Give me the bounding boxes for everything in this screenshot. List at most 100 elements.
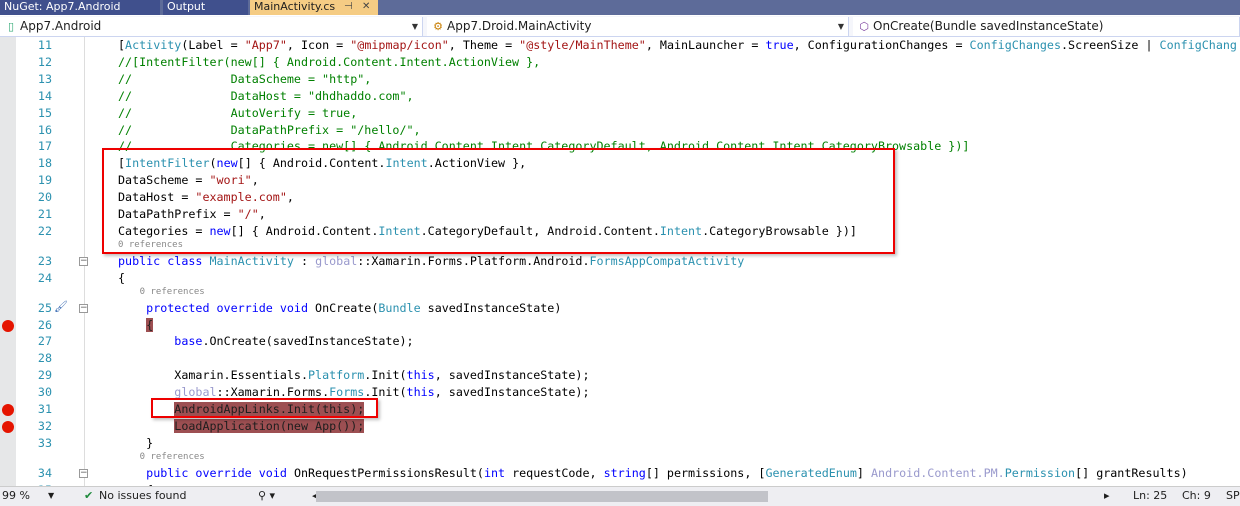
line-number: 24	[37, 270, 52, 285]
line-number: 34	[37, 465, 52, 480]
member-label: OnCreate(Bundle savedInstanceState)	[873, 19, 1104, 33]
token-g: Android.Content.PM.	[871, 465, 1005, 480]
code-text: // DataHost = "dhdhaddo.com",	[118, 89, 414, 103]
line-indicator: Ln: 25	[1133, 489, 1168, 502]
line-number: 18	[37, 156, 52, 171]
zoom-dropdown[interactable]: 99 %	[2, 487, 30, 505]
token-p: , savedInstanceState);	[434, 368, 590, 383]
token-s: "@style/MainTheme"	[519, 38, 646, 52]
line-number: 17	[37, 139, 52, 154]
class-icon: ⚙	[433, 20, 443, 33]
token-p	[118, 466, 146, 480]
check-circle-icon: ✔	[84, 489, 94, 502]
line-number: 22	[37, 223, 52, 238]
breakpoint-icon[interactable]	[2, 404, 14, 416]
code-line: 16 // DataPathPrefix = "/hello/",	[0, 122, 1240, 139]
code-text: {	[118, 271, 125, 285]
collapse-icon[interactable]: −	[79, 256, 88, 266]
chevron-down-icon: ▼	[837, 22, 844, 31]
token-k: base	[174, 334, 203, 349]
line-number: 12	[37, 54, 52, 69]
line-number: 19	[37, 173, 52, 188]
tab-output[interactable]: Output	[163, 0, 248, 15]
token-p: savedInstanceState)	[420, 300, 562, 315]
token-p: [	[118, 38, 126, 52]
tab-label: Output	[167, 0, 206, 13]
token-p: OnCreate(	[315, 300, 379, 315]
token-p: , Theme =	[448, 38, 520, 52]
line-number: 32	[37, 418, 52, 433]
token-p: Xamarin.Essentials.	[118, 368, 308, 383]
token-p: , Icon =	[286, 38, 351, 52]
tab-mainactivity[interactable]: MainActivity.cs ⊣ ✕	[250, 0, 378, 15]
code-line: 26 {	[0, 317, 1240, 334]
pin-icon[interactable]: ⊣	[344, 0, 353, 14]
code-line: 28	[0, 350, 1240, 367]
code-text: }	[118, 436, 153, 450]
collapse-icon[interactable]: −	[79, 468, 88, 478]
token-p	[118, 318, 146, 332]
token-t: Activity	[125, 38, 182, 52]
code-text: [Activity(Label = "App7", Icon = "@mipma…	[118, 38, 1237, 52]
code-text: base.OnCreate(savedInstanceState);	[118, 334, 413, 349]
token-k: string	[603, 465, 646, 480]
line-number: 26	[37, 317, 52, 332]
document-tabs: NuGet: App7.Android Output MainActivity.…	[0, 0, 1240, 15]
scroll-right-icon[interactable]: ▸	[1104, 487, 1110, 505]
breakpoint-icon[interactable]	[2, 319, 14, 332]
token-hl: {	[146, 317, 154, 332]
project-dropdown[interactable]: ▯ App7.Android ▼	[0, 17, 423, 36]
token-k: public class	[118, 253, 210, 268]
token-p: , savedInstanceState);	[434, 385, 590, 400]
token-c: // DataHost = "dhdhaddo.com",	[118, 88, 414, 103]
horizontal-scrollbar[interactable]	[316, 491, 768, 502]
references-codelens[interactable]: 0 references	[118, 452, 205, 462]
code-line: 25 − 🖌 protected override void OnCreate(Bu…	[0, 300, 1240, 317]
class-label: App7.Droid.MainActivity	[447, 19, 592, 33]
class-dropdown[interactable]: ⚙ App7.Droid.MainActivity ▼	[427, 17, 849, 36]
token-t: GeneratedEnum	[765, 465, 857, 480]
line-number: 16	[37, 122, 52, 137]
line-number: 20	[37, 190, 52, 205]
cleanup-brush-icon[interactable]: ⚲ ▾	[258, 487, 275, 505]
code-text: // AutoVerify = true,	[118, 106, 357, 120]
code-line: 33 }	[0, 435, 1240, 452]
quick-actions-brush-icon[interactable]: 🖌	[54, 300, 68, 313]
code-editor[interactable]: 11 [Activity(Label = "App7", Icon = "@mip…	[0, 37, 1240, 486]
token-p: , MainLauncher =	[645, 38, 766, 52]
code-line: 32 LoadApplication(new App());	[0, 418, 1240, 435]
code-line: 34 − public override void OnRequestPermis…	[0, 465, 1240, 482]
chevron-down-icon[interactable]: ▼	[48, 487, 54, 505]
token-p: requestCode,	[505, 465, 604, 480]
token-g: global	[174, 385, 217, 400]
token-p: (Label =	[181, 38, 245, 52]
token-p	[118, 419, 174, 433]
token-t: MainActivity	[209, 253, 294, 268]
tab-nuget[interactable]: NuGet: App7.Android	[0, 0, 160, 15]
column-indicator: Ch: 9	[1182, 489, 1211, 502]
code-line: 13 // DataScheme = "http",	[0, 71, 1240, 88]
close-icon[interactable]: ✕	[362, 0, 370, 14]
token-p: OnRequestPermissionsResult(	[293, 465, 484, 480]
token-t: Platform	[308, 368, 365, 383]
token-t: FormsAppCompatActivity	[589, 253, 745, 268]
code-line: 15 // AutoVerify = true,	[0, 105, 1240, 122]
collapse-icon[interactable]: −	[79, 303, 88, 313]
token-k: int	[483, 465, 506, 480]
member-dropdown[interactable]: ⬡ OnCreate(Bundle savedInstanceState)	[853, 17, 1240, 36]
line-number: 30	[37, 385, 52, 400]
project-label: App7.Android	[20, 19, 102, 33]
line-number: 11	[37, 38, 52, 52]
token-k: protected override void	[146, 300, 316, 315]
line-number: 21	[37, 207, 52, 221]
token-c: // AutoVerify = true,	[118, 105, 358, 120]
references-codelens[interactable]: 0 references	[118, 287, 205, 297]
token-p	[118, 385, 174, 399]
issues-status[interactable]: No issues found	[99, 487, 186, 505]
code-text: public override void OnRequestPermission…	[118, 466, 1188, 480]
code-line: 24 {	[0, 270, 1240, 287]
breakpoint-icon[interactable]	[2, 420, 14, 433]
token-c: //[IntentFilter(new[] { Android.Content.…	[118, 54, 541, 69]
encoding-indicator[interactable]: SP	[1226, 487, 1240, 505]
code-line: 14 // DataHost = "dhdhaddo.com",	[0, 88, 1240, 105]
